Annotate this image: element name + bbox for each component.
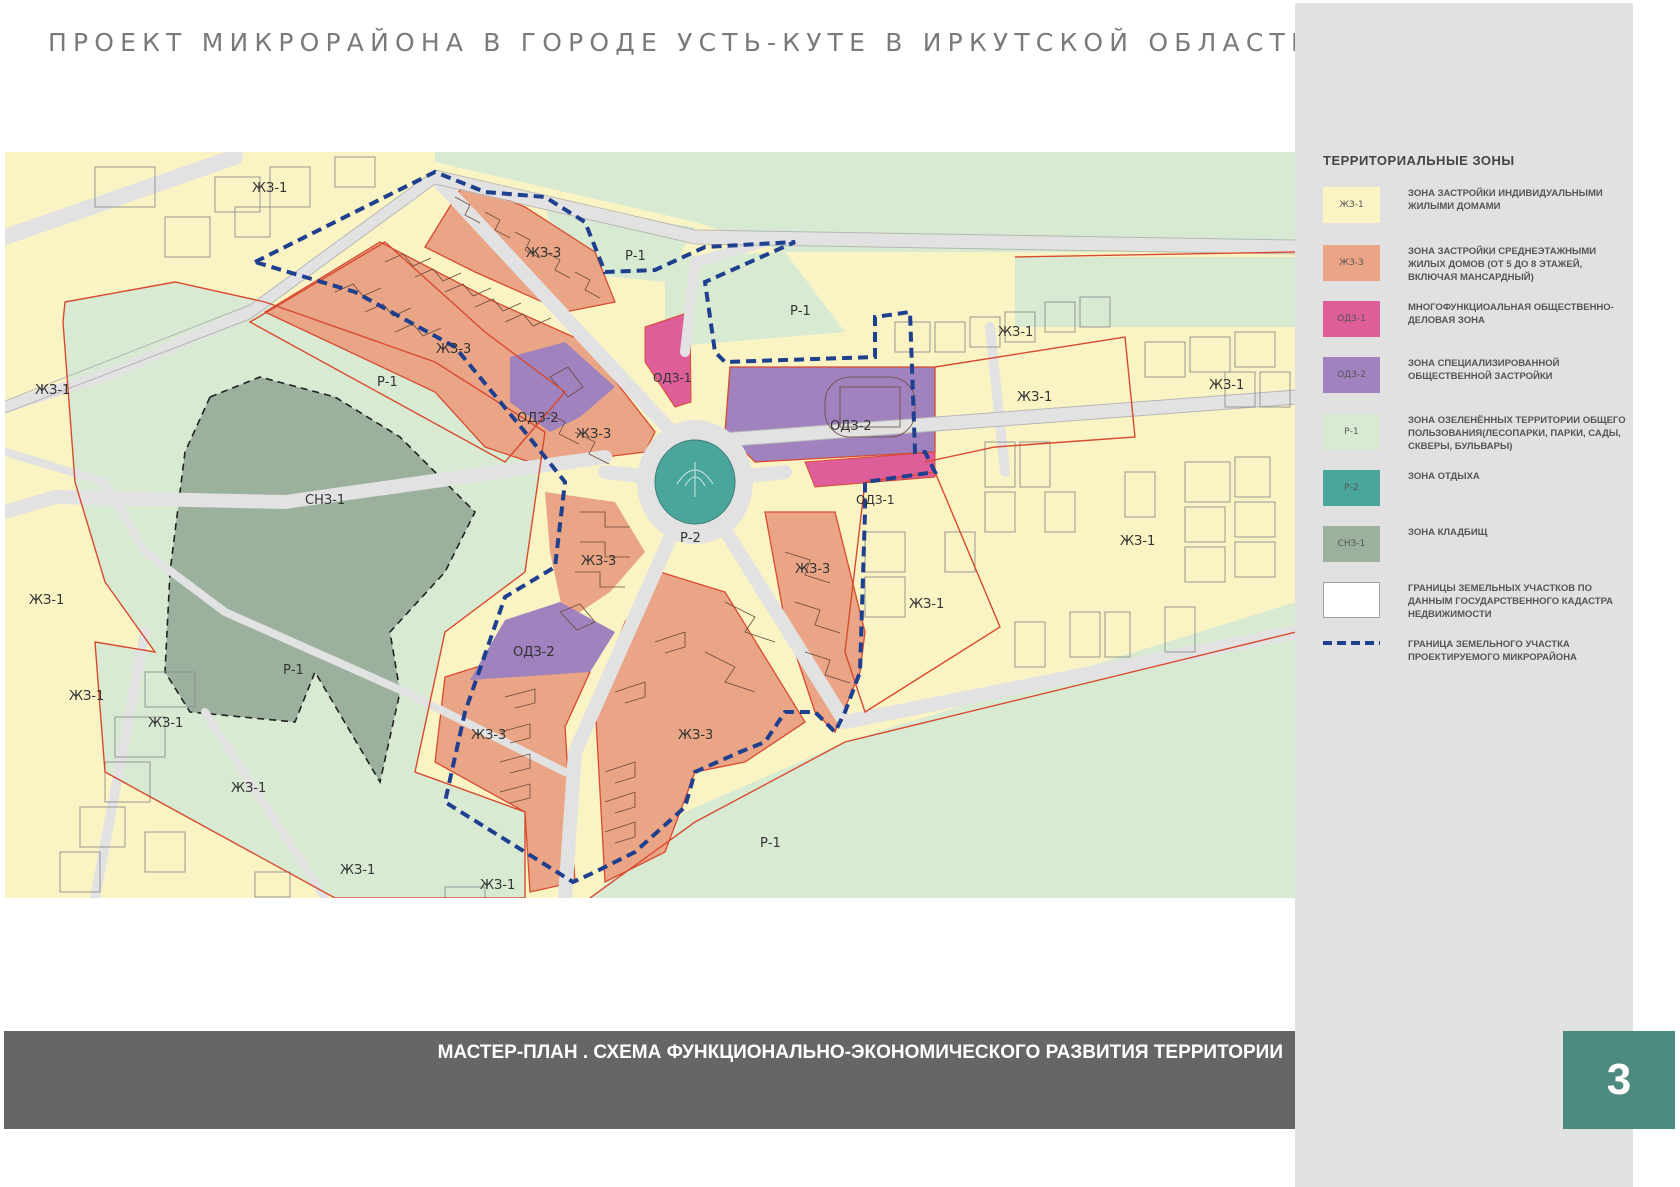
page-number: 3	[1563, 1031, 1675, 1129]
legend-item-r1: Р-1 ЗОНА ОЗЕЛЕНЁННЫХ ТЕРРИТОРИИ ОБЩЕГО П…	[1323, 414, 1653, 454]
label-odz2: ОДЗ-2	[513, 645, 555, 660]
legend-text: ЗОНА ЗАСТРОЙКИ СРЕДНЕЭТАЖНЫМИ ЖИЛЫХ ДОМО…	[1408, 246, 1597, 283]
label-zh3: ЖЗ-3	[436, 342, 471, 357]
label-r1: Р-1	[283, 663, 304, 678]
label-zh1: ЖЗ-1	[148, 716, 183, 731]
legend-text: ЗОНА СПЕЦИАЛИЗИРОВАННОЙ ОБЩЕСТВЕННОЙ ЗАС…	[1408, 358, 1560, 382]
legend-swatch: Р-2	[1323, 470, 1380, 506]
dashed-line-icon	[1323, 641, 1380, 645]
label-zh1: ЖЗ-1	[340, 863, 375, 878]
legend-item-zh1: ЖЗ-1 ЗОНА ЗАСТРОЙКИ ИНДИВИДУАЛЬНЫМИ ЖИЛЫ…	[1323, 187, 1653, 227]
label-zh1: ЖЗ-1	[480, 878, 515, 893]
legend-item-zh3: ЖЗ-3 ЗОНА ЗАСТРОЙКИ СРЕДНЕЭТАЖНЫМИ ЖИЛЫХ…	[1323, 245, 1653, 285]
legend-swatch-dashed-line	[1323, 638, 1380, 648]
label-r1: Р-1	[625, 249, 646, 264]
label-zh1: ЖЗ-1	[1017, 390, 1052, 405]
legend-item-snz1: СНЗ-1 ЗОНА КЛАДБИЩ	[1323, 526, 1653, 566]
legend-item-odz2: ОДЗ-2 ЗОНА СПЕЦИАЛИЗИРОВАННОЙ ОБЩЕСТВЕНН…	[1323, 357, 1653, 397]
label-r1: Р-1	[760, 836, 781, 851]
legend-swatch: СНЗ-1	[1323, 526, 1380, 562]
label-zh1: ЖЗ-1	[1209, 378, 1244, 393]
label-zh1: ЖЗ-1	[998, 325, 1033, 340]
zone-r1-right-strip	[1015, 257, 1296, 327]
legend-swatch: ЖЗ-1	[1323, 187, 1380, 223]
legend-text: ЗОНА ЗАСТРОЙКИ ИНДИВИДУАЛЬНЫМИ ЖИЛЫМИ ДО…	[1408, 188, 1603, 212]
label-r2: Р-2	[680, 531, 701, 546]
label-odz2: ОДЗ-2	[830, 419, 872, 434]
legend-item-cadastral: ГРАНИЦЫ ЗЕМЕЛЬНЫХ УЧАСТКОВ ПО ДАННЫМ ГОС…	[1323, 582, 1653, 622]
legend-item-odz1: ОДЗ-1 МНОГОФУНКЦИОАЛЬНАЯ ОБЩЕСТВЕННО-ДЕЛ…	[1323, 301, 1653, 341]
legend-swatch: Р-1	[1323, 414, 1380, 450]
label-odz1: ОДЗ-1	[856, 493, 894, 507]
legend-swatch-cadastral	[1323, 582, 1380, 618]
label-zh3: ЖЗ-3	[678, 728, 713, 743]
footer-band: МАСТЕР-ПЛАН . СХЕМА ФУНКЦИОНАЛЬНО-ЭКОНОМ…	[4, 1031, 1295, 1129]
label-r1: Р-1	[790, 304, 811, 319]
page-title: ПРОЕКТ МИКРОРАЙОНА В ГОРОДЕ УСТЬ-КУТЕ В …	[48, 28, 1316, 57]
label-zh3: ЖЗ-3	[471, 728, 506, 743]
sheet-title: МАСТЕР-ПЛАН . СХЕМА ФУНКЦИОНАЛЬНО-ЭКОНОМ…	[437, 1042, 1283, 1063]
label-zh1: ЖЗ-1	[29, 593, 64, 608]
legend-item-project-boundary: ГРАНИЦА ЗЕМЕЛЬНОГО УЧАСТКА ПРОЕКТИРУЕМОГ…	[1323, 638, 1653, 678]
label-zh1: ЖЗ-1	[1120, 534, 1155, 549]
central-roundabout	[637, 420, 753, 544]
master-plan-map: ЖЗ-1 ЖЗ-1 ЖЗ-1 ЖЗ-1 ЖЗ-1 ЖЗ-1 ЖЗ-1 ЖЗ-1 …	[5, 152, 1296, 898]
label-zh1: ЖЗ-1	[35, 383, 70, 398]
label-zh3: ЖЗ-3	[576, 427, 611, 442]
label-zh1: ЖЗ-1	[231, 781, 266, 796]
legend-swatch: ОДЗ-1	[1323, 301, 1380, 337]
legend-title: ТЕРРИТОРИАЛЬНЫЕ ЗОНЫ	[1323, 153, 1515, 168]
label-zh1: ЖЗ-1	[252, 181, 287, 196]
label-snz1: СНЗ-1	[305, 493, 345, 508]
legend-text: ЗОНА ОЗЕЛЕНЁННЫХ ТЕРРИТОРИИ ОБЩЕГО ПОЛЬЗ…	[1408, 415, 1626, 452]
legend-text: ЗОНА КЛАДБИЩ	[1408, 527, 1488, 538]
legend-text: ГРАНИЦА ЗЕМЕЛЬНОГО УЧАСТКА ПРОЕКТИРУЕМОГ…	[1408, 639, 1577, 663]
legend-text: ГРАНИЦЫ ЗЕМЕЛЬНЫХ УЧАСТКОВ ПО ДАННЫМ ГОС…	[1408, 583, 1613, 620]
label-odz1: ОДЗ-1	[653, 371, 691, 385]
label-zh3: ЖЗ-3	[581, 554, 616, 569]
legend-swatch: ЖЗ-3	[1323, 245, 1380, 281]
legend-text: МНОГОФУНКЦИОАЛЬНАЯ ОБЩЕСТВЕННО-ДЕЛОВАЯ З…	[1408, 302, 1614, 326]
label-odz2: ОДЗ-2	[517, 411, 559, 426]
label-r1: Р-1	[377, 375, 398, 390]
legend-swatch: ОДЗ-2	[1323, 357, 1380, 393]
label-zh3: ЖЗ-3	[795, 562, 830, 577]
label-zh3: ЖЗ-3	[526, 246, 561, 261]
legend-item-r2: Р-2 ЗОНА ОТДЫХА	[1323, 470, 1653, 510]
label-zh1: ЖЗ-1	[69, 689, 104, 704]
label-zh1: ЖЗ-1	[909, 597, 944, 612]
legend-text: ЗОНА ОТДЫХА	[1408, 471, 1480, 482]
